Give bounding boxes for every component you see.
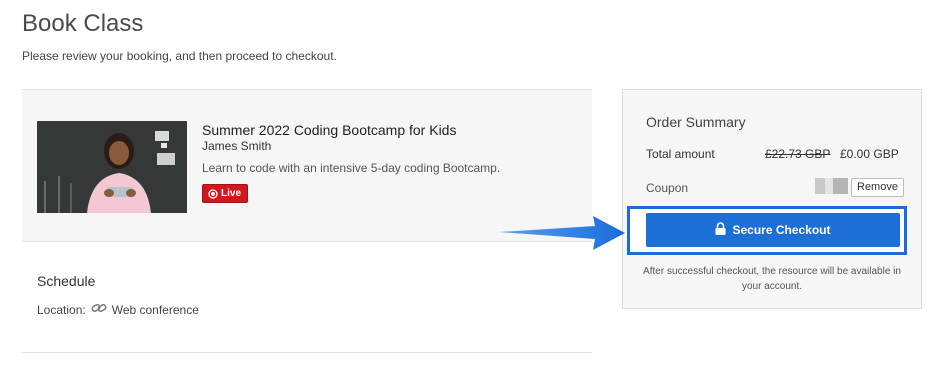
remove-coupon-button[interactable]: Remove <box>851 178 904 197</box>
class-instructor: James Smith <box>202 139 272 153</box>
total-amount-label: Total amount <box>646 147 715 161</box>
secure-checkout-button[interactable]: Secure Checkout <box>646 213 900 247</box>
lock-icon <box>715 222 726 238</box>
class-description: Learn to code with an intensive 5-day co… <box>202 161 501 175</box>
coupon-code-redacted <box>815 178 848 194</box>
divider <box>22 352 592 353</box>
location-value: Web conference <box>111 302 199 317</box>
class-thumbnail <box>37 121 187 213</box>
live-badge: Live <box>202 184 249 203</box>
order-summary-title: Order Summary <box>646 114 746 130</box>
arrow-right-icon <box>499 216 625 250</box>
checkout-note: After successful checkout, the resource … <box>643 266 901 292</box>
page-title: Book Class <box>22 10 144 37</box>
schedule-title: Schedule <box>37 273 96 289</box>
final-price: £0.00 GBP <box>840 147 899 161</box>
secure-checkout-label: Secure Checkout <box>732 223 831 237</box>
coupon-label: Coupon <box>646 181 689 195</box>
live-circle-icon <box>208 188 218 199</box>
original-price: £22.73 GBP <box>765 147 831 161</box>
link-icon <box>91 302 107 317</box>
live-badge-label: Live <box>221 188 242 199</box>
location-label: Location: <box>37 302 86 317</box>
page-subtitle: Please review your booking, and then pro… <box>22 49 337 63</box>
class-title: Summer 2022 Coding Bootcamp for Kids <box>202 122 457 138</box>
location-row: Location: Web conference <box>37 302 199 317</box>
class-thumbnail-image <box>37 121 187 213</box>
